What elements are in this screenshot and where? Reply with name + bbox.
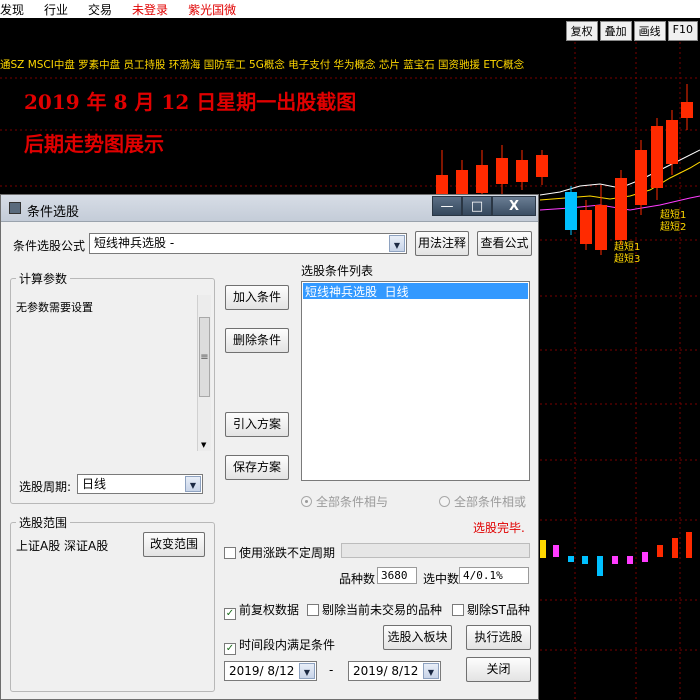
menu-bar: 发现 行业 交易 未登录 紫光国微 <box>0 0 700 18</box>
menu-item-login-status[interactable]: 未登录 <box>122 1 178 18</box>
chevron-down-icon[interactable]: ▼ <box>389 235 405 252</box>
app-icon <box>9 202 21 214</box>
chevron-down-icon[interactable]: ▼ <box>423 663 439 679</box>
exclude-untraded-checkbox[interactable]: 剔除当前未交易的品种 <box>307 601 442 618</box>
period-select[interactable]: 日线 ▼ <box>77 474 203 494</box>
menu-item-industry[interactable]: 行业 <box>34 1 78 18</box>
stock-filter-dialog: 条件选股 — □ X 条件选股公式 短线神兵选股 - ▼ 用法注释 查看公式 计… <box>0 194 539 700</box>
date-from-value: 2019/ 8/12 <box>229 664 295 678</box>
save-scheme-button[interactable]: 保存方案 <box>225 455 289 480</box>
count-field: 3680 <box>377 567 417 584</box>
condition-list-label: 选股条件列表 <box>301 264 374 278</box>
view-formula-button[interactable]: 查看公式 <box>477 231 532 256</box>
check-icon: ✓ <box>224 643 236 655</box>
params-scrollbar[interactable]: ≡ ▼ <box>197 295 211 451</box>
use-irregular-period-checkbox[interactable]: 使用涨跌不定周期 <box>224 544 335 561</box>
checkbox-box <box>452 604 464 616</box>
check-icon: ✓ <box>224 608 236 620</box>
selected-label: 选中数 <box>423 572 460 586</box>
use-irregular-period-label: 使用涨跌不定周期 <box>239 546 336 560</box>
radio-all-or-label: 全部条件相或 <box>454 495 527 509</box>
headline-subtitle: 后期走势图展示 <box>24 132 164 156</box>
chevron-down-icon[interactable]: ▼ <box>299 663 315 679</box>
pre-adjust-checkbox[interactable]: ✓ 前复权数据 <box>224 601 299 620</box>
adjust-button[interactable]: 复权 <box>565 21 598 41</box>
radio-all-and-label: 全部条件相与 <box>316 495 389 509</box>
chart-annotation: 超短3 <box>614 254 641 265</box>
import-scheme-button[interactable]: 引入方案 <box>225 412 289 437</box>
add-to-block-button[interactable]: 选股入板块 <box>383 625 452 650</box>
radio-all-or[interactable]: 全部条件相或 <box>439 493 526 510</box>
dialog-titlebar[interactable]: 条件选股 — □ X <box>1 195 538 222</box>
date-separator: - <box>329 663 334 677</box>
add-condition-button[interactable]: 加入条件 <box>225 285 289 310</box>
scroll-down-icon[interactable]: ▼ <box>201 441 206 449</box>
formula-label: 条件选股公式 <box>13 239 86 253</box>
exclude-st-label: 剔除ST品种 <box>467 603 530 617</box>
delete-condition-button[interactable]: 删除条件 <box>225 328 289 353</box>
execute-button[interactable]: 执行选股 <box>466 625 531 650</box>
change-range-button[interactable]: 改变范围 <box>143 532 205 557</box>
radio-dot-icon <box>301 496 312 507</box>
menu-item-discover[interactable]: 发现 <box>0 1 34 18</box>
chevron-down-icon[interactable]: ▼ <box>185 476 201 492</box>
exclude-untraded-label: 剔除当前未交易的品种 <box>322 603 443 617</box>
range-text: 上证A股 深证A股 <box>16 539 109 553</box>
count-label: 品种数 <box>339 572 376 586</box>
params-group-title: 计算参数 <box>16 270 71 287</box>
draw-line-button[interactable]: 画线 <box>633 21 666 41</box>
minimize-icon[interactable]: — <box>432 196 462 216</box>
sector-tags: 通SZ MSCI中盘 罗素中盘 员工持股 环渤海 国防军工 5G概念 电子支付 … <box>0 59 525 71</box>
chart-annotation: 超短2 <box>660 222 687 233</box>
menu-item-stock-name[interactable]: 紫光国微 <box>178 1 246 18</box>
formula-select-value: 短线神兵选股 - <box>94 236 175 250</box>
params-text: 无参数需要设置 <box>16 301 93 314</box>
radio-dot-icon <box>439 496 450 507</box>
chart-toolbar: 复权 叠加 画线 F10 <box>0 18 700 42</box>
checkbox-box <box>307 604 319 616</box>
condition-list[interactable]: 短线神兵选股 日线 <box>301 281 530 481</box>
exclude-st-checkbox[interactable]: 剔除ST品种 <box>452 601 530 618</box>
close-icon[interactable]: X <box>492 196 536 216</box>
close-button[interactable]: 关闭 <box>466 657 531 682</box>
radio-all-and[interactable]: 全部条件相与 <box>301 493 388 510</box>
maximize-icon[interactable]: □ <box>462 196 492 216</box>
usage-notes-button[interactable]: 用法注释 <box>415 231 469 256</box>
scrollbar-thumb[interactable]: ≡ <box>199 317 210 397</box>
condition-list-item[interactable]: 短线神兵选股 日线 <box>303 283 528 299</box>
date-to-value: 2019/ 8/12 <box>353 664 419 678</box>
date-to-select[interactable]: 2019/ 8/12 ▼ <box>348 661 441 681</box>
f10-button[interactable]: F10 <box>667 21 698 41</box>
time-range-label: 时间段内满足条件 <box>239 638 336 652</box>
time-range-checkbox[interactable]: ✓ 时间段内满足条件 <box>224 636 335 655</box>
pre-adjust-label: 前复权数据 <box>239 603 300 617</box>
date-from-select[interactable]: 2019/ 8/12 ▼ <box>224 661 317 681</box>
range-group-title: 选股范围 <box>16 514 71 531</box>
status-text: 选股完毕. <box>473 521 525 535</box>
period-select-value: 日线 <box>82 477 107 491</box>
period-label: 选股周期: <box>19 480 72 494</box>
checkbox-box <box>224 547 236 559</box>
progress-bar <box>341 543 530 558</box>
dialog-title: 条件选股 <box>27 205 80 220</box>
headline-date: 2019 年 8 月 12 日星期一出股截图 <box>24 90 357 114</box>
selected-field: 4/0.1% <box>459 567 529 584</box>
menu-item-trade[interactable]: 交易 <box>78 1 122 18</box>
formula-select[interactable]: 短线神兵选股 - ▼ <box>89 233 407 254</box>
overlay-button[interactable]: 叠加 <box>599 21 632 41</box>
